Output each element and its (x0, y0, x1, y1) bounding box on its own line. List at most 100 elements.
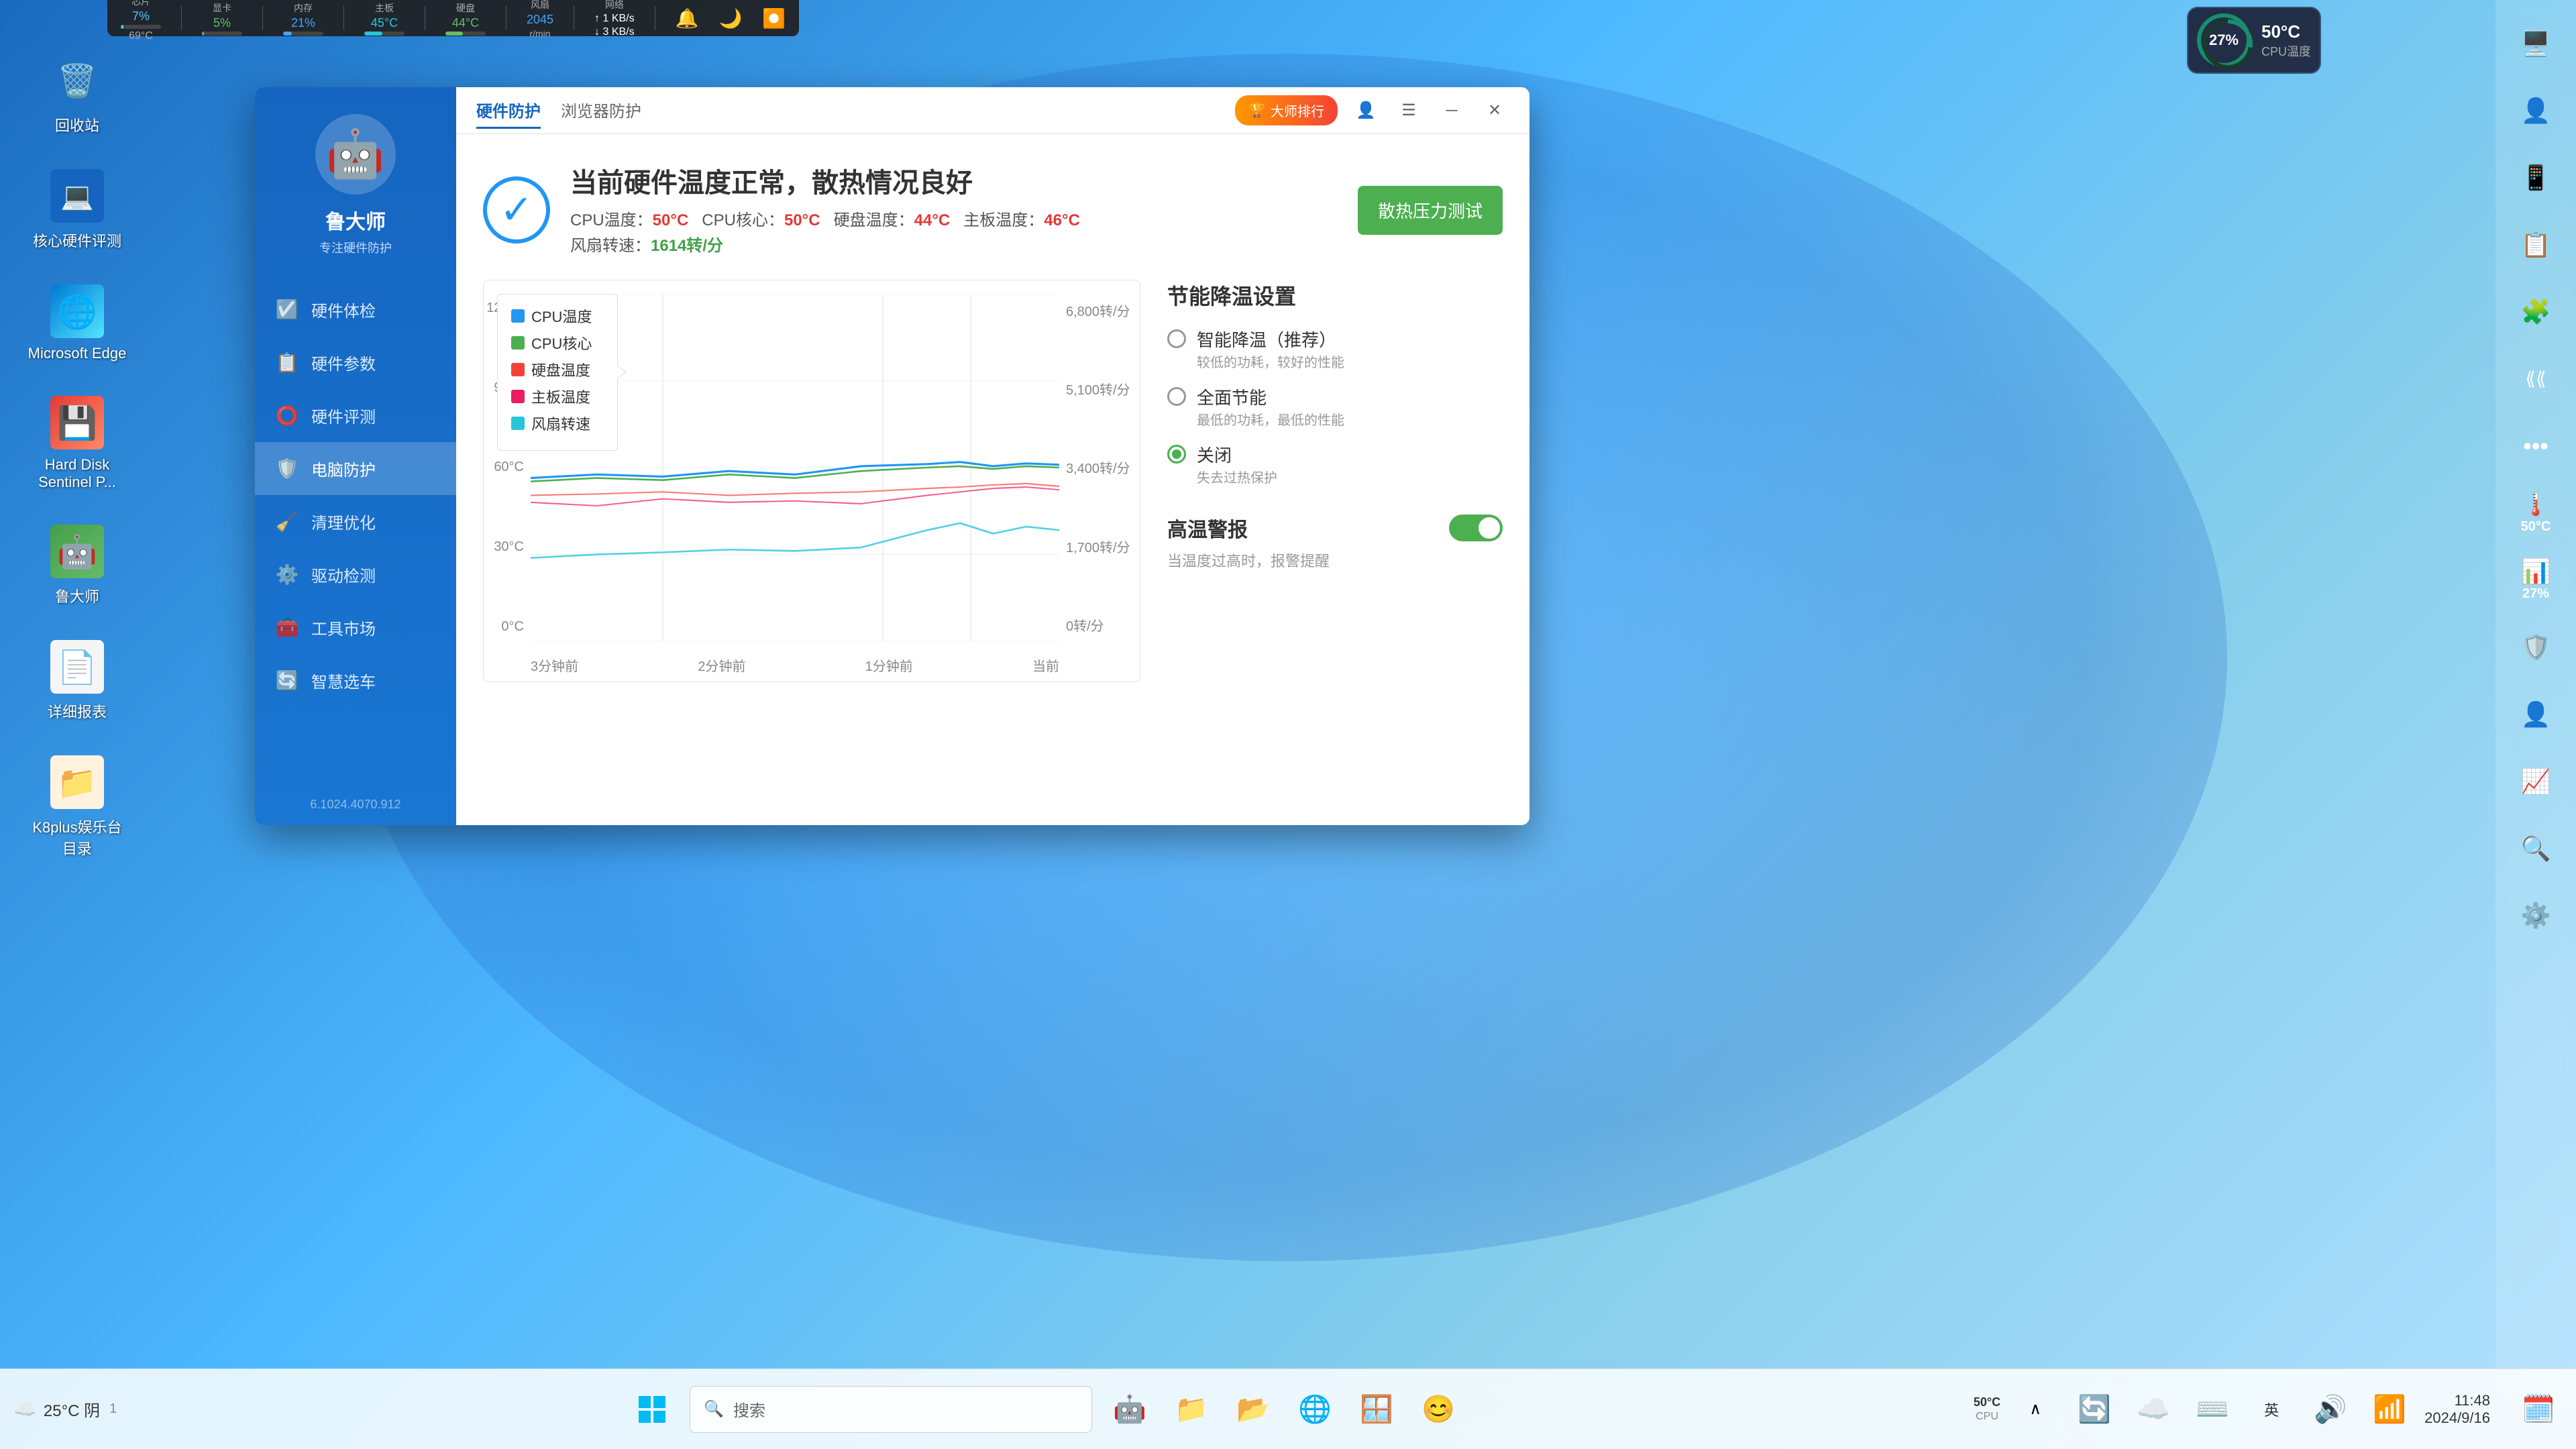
desktop-icon-edge[interactable]: 🌐 Microsoft Edge (27, 284, 127, 362)
legend-board-temp: 主板温度 (511, 386, 604, 407)
high-temp-header: 高温警报 (1167, 513, 1503, 543)
right-sidebar-list[interactable]: 📋 (2506, 215, 2566, 275)
legend-fan-speed: 风扇转速 (511, 413, 604, 434)
radio-smart-cooling[interactable]: 智能降温（推荐） 较低的功耗，较好的性能 (1167, 327, 1503, 371)
nav-clean-optimize[interactable]: 🧹 清理优化 (255, 495, 456, 548)
right-sidebar-chevrons[interactable]: ⟪⟪ (2506, 349, 2566, 409)
desktop-icon-hds[interactable]: 💾 Hard Disk Sentinel P... (27, 396, 127, 491)
legend-cpu-temp: CPU温度 (511, 305, 604, 327)
mainboard-temp: 45°C (371, 16, 398, 30)
right-sidebar-dots[interactable]: ••• (2506, 416, 2566, 476)
desktop-icon-k8plus[interactable]: 📁 K8plus娱乐台目录 (27, 755, 127, 859)
gpu-pct: 5% (213, 16, 231, 30)
taskbar: ☁️ 25°C 阴 1 🔍 搜索 🤖 📁 📂 🌐 🪟 😊 (0, 1368, 2576, 1449)
right-sidebar-display[interactable]: 🖥️ (2506, 13, 2566, 74)
right-sidebar-graph[interactable]: 📈 (2506, 751, 2566, 812)
tab-browser-protect[interactable]: 浏览器防护 (561, 93, 641, 129)
nav-driver-detect[interactable]: ⚙️ 驱动检测 (255, 548, 456, 601)
nav-hardware-check-icon: ☑️ (275, 299, 299, 321)
monitor-moon-icon[interactable]: 🌙 (719, 7, 743, 30)
search-sidebar-icon: 🔍 (2521, 837, 2551, 861)
minimize-button[interactable]: ─ (1437, 96, 1466, 125)
taskbar-cpu-temp: 50°C (1974, 1395, 2000, 1410)
notification-badge: 1 (109, 1401, 117, 1417)
right-sidebar-person[interactable]: 👤 (2506, 80, 2566, 141)
stress-test-button[interactable]: 散热压力测试 (1358, 186, 1503, 235)
monitor-mainboard: 主板 45°C (364, 1, 405, 36)
right-sidebar-phone[interactable]: 📱 (2506, 148, 2566, 208)
taskbar-explorer-icon[interactable]: 📂 (1229, 1385, 1277, 1434)
cpu-label: CPU (1976, 1410, 1998, 1423)
taskbar-edge-icon[interactable]: 🌐 (1291, 1385, 1339, 1434)
right-sidebar-user2[interactable]: 👤 (2506, 684, 2566, 745)
taskbar-windows-store-icon[interactable]: 🪟 (1352, 1385, 1401, 1434)
nav-tool-market[interactable]: 🧰 工具市场 (255, 601, 456, 654)
cooling-title: 节能降温设置 (1167, 280, 1503, 311)
tray-expand-icon[interactable]: ∧ (2011, 1385, 2059, 1434)
desktop-icon-hardware-bench[interactable]: 💻 核心硬件评测 (27, 169, 127, 251)
app-main-content: ✓ 当前硬件温度正常，散热情况良好 CPU温度：50°C CPU核心：50°C … (456, 134, 1529, 825)
taskbar-notif-icon[interactable]: 🗓️ (2514, 1385, 2563, 1434)
taskbar-volume-icon[interactable]: 🔊 (2306, 1385, 2355, 1434)
nav-hardware-params[interactable]: 📋 硬件参数 (255, 336, 456, 389)
right-sidebar-shield[interactable]: 🛡️ (2506, 617, 2566, 678)
toggle-high-temp[interactable] (1449, 515, 1503, 541)
app-version: 6.1024.4070.912 (310, 784, 400, 812)
nav-tool-market-icon: 🧰 (275, 616, 299, 639)
weather-widget: ☁️ 25°C 阴 1 (13, 1397, 117, 1421)
right-sidebar-search[interactable]: 🔍 (2506, 818, 2566, 879)
radio-group-cooling: 智能降温（推荐） 较低的功耗，较好的性能 全面节能 最低的功耗，最低的性能 (1167, 327, 1503, 486)
desktop-icon-ludashi[interactable]: 🤖 鲁大师 (27, 525, 127, 606)
taskbar-app5-icon[interactable]: 😊 (1414, 1385, 1462, 1434)
nav-hardware-eval-icon: ⭕ (275, 405, 299, 427)
right-panel: 节能降温设置 智能降温（推荐） 较低的功耗，较好的性能 (1167, 280, 1503, 682)
right-sidebar-puzzle[interactable]: 🧩 (2506, 282, 2566, 342)
radio-full-saving[interactable]: 全面节能 最低的功耗，最低的性能 (1167, 384, 1503, 429)
shield-sidebar-icon: 🛡️ (2521, 635, 2551, 659)
chart-container: CPU温度 CPU核心 硬盘温度 主板温度 (483, 280, 1140, 682)
taskbar-keyboard-icon[interactable]: ⌨️ (2188, 1385, 2237, 1434)
status-info: 当前硬件温度正常，散热情况良好 CPU温度：50°C CPU核心：50°C 硬盘… (570, 161, 1338, 260)
right-sidebar-settings[interactable]: ⚙️ (2506, 885, 2566, 946)
user-button[interactable]: 👤 (1351, 96, 1381, 125)
cpu-core-val: 50°C (784, 211, 820, 229)
nav-driver-detect-icon: ⚙️ (275, 564, 299, 586)
nav-hardware-check[interactable]: ☑️ 硬件体检 (255, 283, 456, 336)
monitor-bell-icon[interactable]: 🔔 (676, 7, 699, 30)
taskbar-start-button[interactable] (628, 1385, 676, 1434)
taskbar-search[interactable]: 🔍 搜索 (690, 1386, 1092, 1433)
nav-pc-protect-icon: 🛡️ (275, 458, 299, 480)
app-name: 鲁大师 (325, 205, 386, 235)
taskbar-right: 50°C CPU ∧ 🔄 ☁️ ⌨️ 英 🔊 📶 11:48 2024/9/16… (1974, 1385, 2563, 1434)
cpu-circle: 27% (2197, 13, 2251, 67)
radio-text-smart: 智能降温（推荐） 较低的功耗，较好的性能 (1197, 327, 1344, 371)
taskbar-clock: 11:48 2024/9/16 (2424, 1392, 2490, 1427)
radio-circle-smart (1167, 329, 1186, 348)
nav-pc-protect[interactable]: 🛡️ 电脑防护 (255, 442, 456, 495)
rank-button[interactable]: 🏆 大师排行 (1235, 95, 1338, 125)
desktop-icon-recycle[interactable]: 🗑️ 回收站 (27, 54, 127, 136)
nav-hardware-eval[interactable]: ⭕ 硬件评测 (255, 389, 456, 442)
chart-x-labels: 3分钟前 2分钟前 1分钟前 当前 (531, 655, 1059, 675)
close-button[interactable]: ✕ (1480, 96, 1509, 125)
legend-cpu-core: CPU核心 (511, 332, 604, 354)
status-header: ✓ 当前硬件温度正常，散热情况良好 CPU温度：50°C CPU核心：50°C … (483, 161, 1503, 260)
taskbar-sync-icon[interactable]: 🔄 (2070, 1385, 2118, 1434)
cpu-widget: 27% 50°C CPU温度 (2187, 7, 2321, 74)
taskbar-ludashi-icon[interactable]: 🤖 (1106, 1385, 1154, 1434)
monitor-cpu: 芯片 7% 69°C (121, 0, 161, 42)
desktop-icon-sheet[interactable]: 📄 详细报表 (27, 640, 127, 722)
taskbar-cloud-icon[interactable]: ☁️ (2129, 1385, 2178, 1434)
right-sidebar-temp: 🌡️ 50°C (2506, 483, 2566, 543)
app-subtitle: 专注硬件防护 (319, 239, 392, 256)
radio-off[interactable]: 关闭 失去过热保护 (1167, 442, 1503, 486)
status-title: 当前硬件温度正常，散热情况良好 (570, 161, 1338, 200)
taskbar-files-icon[interactable]: 📁 (1167, 1385, 1216, 1434)
taskbar-wifi-icon[interactable]: 📶 (2365, 1385, 2414, 1434)
monitor-record-icon[interactable]: ⏺️ (762, 7, 786, 30)
percent-icon: 📊 (2521, 559, 2551, 584)
menu-button[interactable]: ☰ (1394, 96, 1424, 125)
tab-hardware-protect[interactable]: 硬件防护 (476, 93, 541, 129)
nav-smart-car[interactable]: 🔄 智慧选车 (255, 654, 456, 707)
taskbar-lang-icon[interactable]: 英 (2247, 1385, 2296, 1434)
